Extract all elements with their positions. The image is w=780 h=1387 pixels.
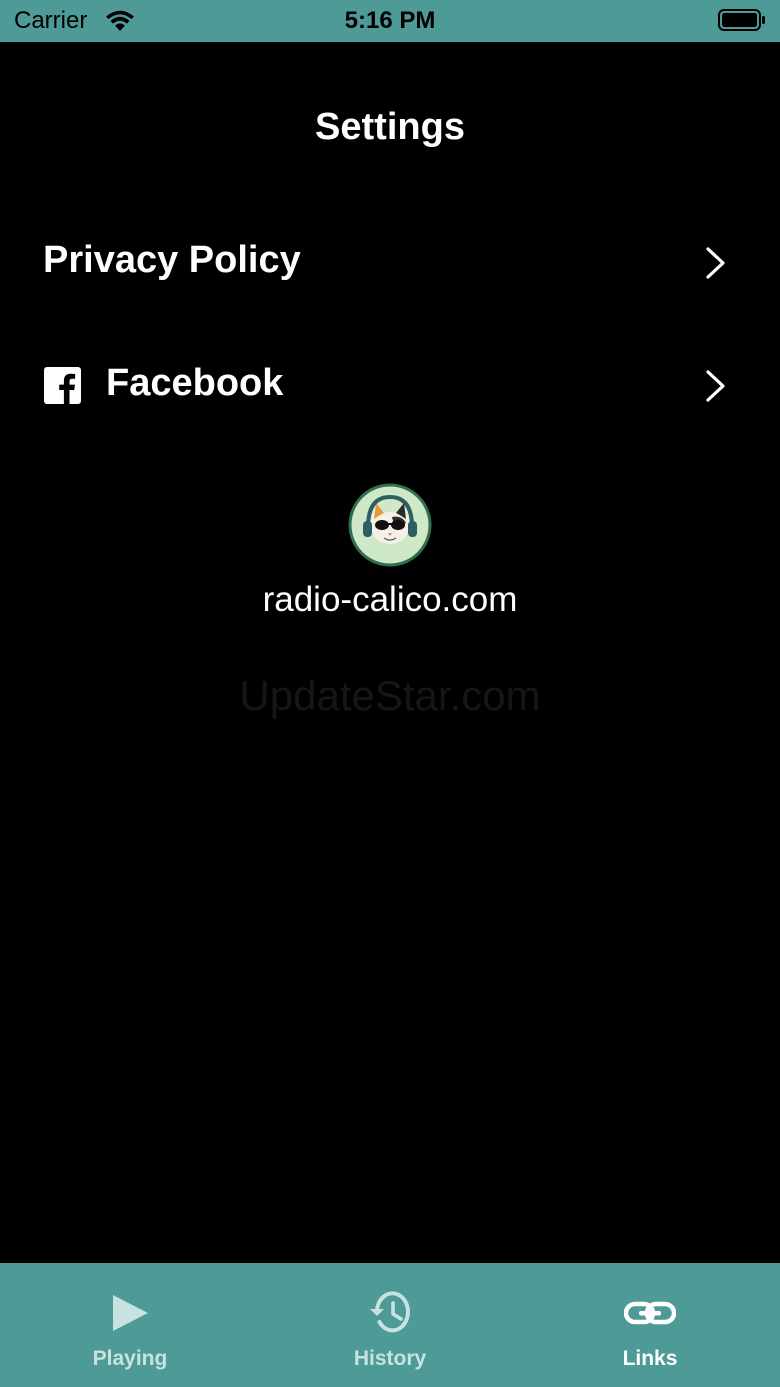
privacy-policy-label: Privacy Policy (43, 239, 301, 281)
history-icon (370, 1291, 410, 1333)
status-time: 5:16 PM (344, 7, 436, 34)
facebook-label: Facebook (106, 362, 284, 404)
facebook-icon (44, 367, 81, 404)
chevron-right-icon (706, 370, 725, 402)
tab-playing-label: Playing (92, 1347, 168, 1370)
facebook-row[interactable]: Facebook (0, 336, 780, 436)
privacy-policy-row[interactable]: Privacy Policy (0, 213, 780, 313)
settings-screen: Carrier 5:16 PM Settings Privacy Policy … (0, 0, 780, 1387)
watermark: UpdateStar.com (239, 672, 541, 719)
tab-links-label: Links (622, 1347, 678, 1370)
chevron-right-icon (706, 247, 725, 279)
status-bar: Carrier 5:16 PM (0, 0, 780, 42)
tab-history-label: History (353, 1347, 427, 1370)
play-icon (113, 1295, 148, 1331)
battery-icon (718, 9, 765, 31)
link-icon (624, 1301, 676, 1325)
tab-bar: Playing History Links (0, 1263, 780, 1387)
site-link[interactable]: radio-calico.com (0, 580, 780, 620)
tab-links[interactable]: Links (520, 1263, 780, 1387)
page-title: Settings (315, 106, 465, 148)
radio-calico-logo[interactable] (348, 483, 432, 567)
tab-playing[interactable]: Playing (0, 1263, 260, 1387)
tab-history[interactable]: History (260, 1263, 520, 1387)
